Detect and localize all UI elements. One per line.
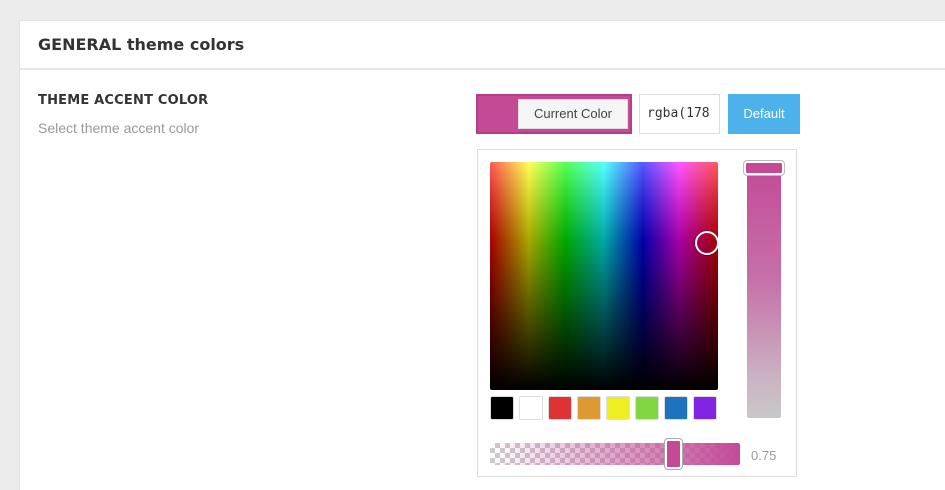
- swatch-purple[interactable]: [693, 396, 717, 420]
- panel-header: GENERAL theme colors: [20, 21, 945, 70]
- current-color-label: Current Color: [518, 99, 628, 129]
- swatch-black[interactable]: [490, 396, 514, 420]
- current-color-button[interactable]: Current Color: [476, 94, 632, 134]
- swatch-red[interactable]: [548, 396, 572, 420]
- vertical-slider-track[interactable]: [747, 162, 781, 418]
- alpha-value: 0.75: [751, 448, 777, 463]
- alpha-slider-handle[interactable]: [665, 439, 682, 469]
- swatch-yellow[interactable]: [606, 396, 630, 420]
- color-spectrum[interactable]: [490, 162, 718, 390]
- swatch-orange[interactable]: [577, 396, 601, 420]
- color-swatches: [490, 396, 720, 420]
- spectrum-handle[interactable]: [695, 231, 718, 255]
- color-picker: 0.75: [477, 149, 797, 477]
- color-value-input[interactable]: rgba(178: [639, 94, 720, 134]
- vertical-slider-handle[interactable]: [744, 161, 784, 175]
- alpha-slider-track[interactable]: [490, 443, 740, 465]
- panel-title: GENERAL theme colors: [38, 35, 245, 54]
- swatch-green[interactable]: [635, 396, 659, 420]
- option-title: THEME ACCENT COLOR: [38, 93, 209, 108]
- swatch-blue[interactable]: [664, 396, 688, 420]
- option-description: Select theme accent color: [38, 120, 200, 136]
- alpha-slider[interactable]: [490, 439, 740, 469]
- swatch-white[interactable]: [519, 396, 543, 420]
- default-button[interactable]: Default: [728, 94, 800, 134]
- vertical-slider[interactable]: [744, 161, 784, 418]
- settings-panel: GENERAL theme colors THEME ACCENT COLOR …: [19, 20, 945, 490]
